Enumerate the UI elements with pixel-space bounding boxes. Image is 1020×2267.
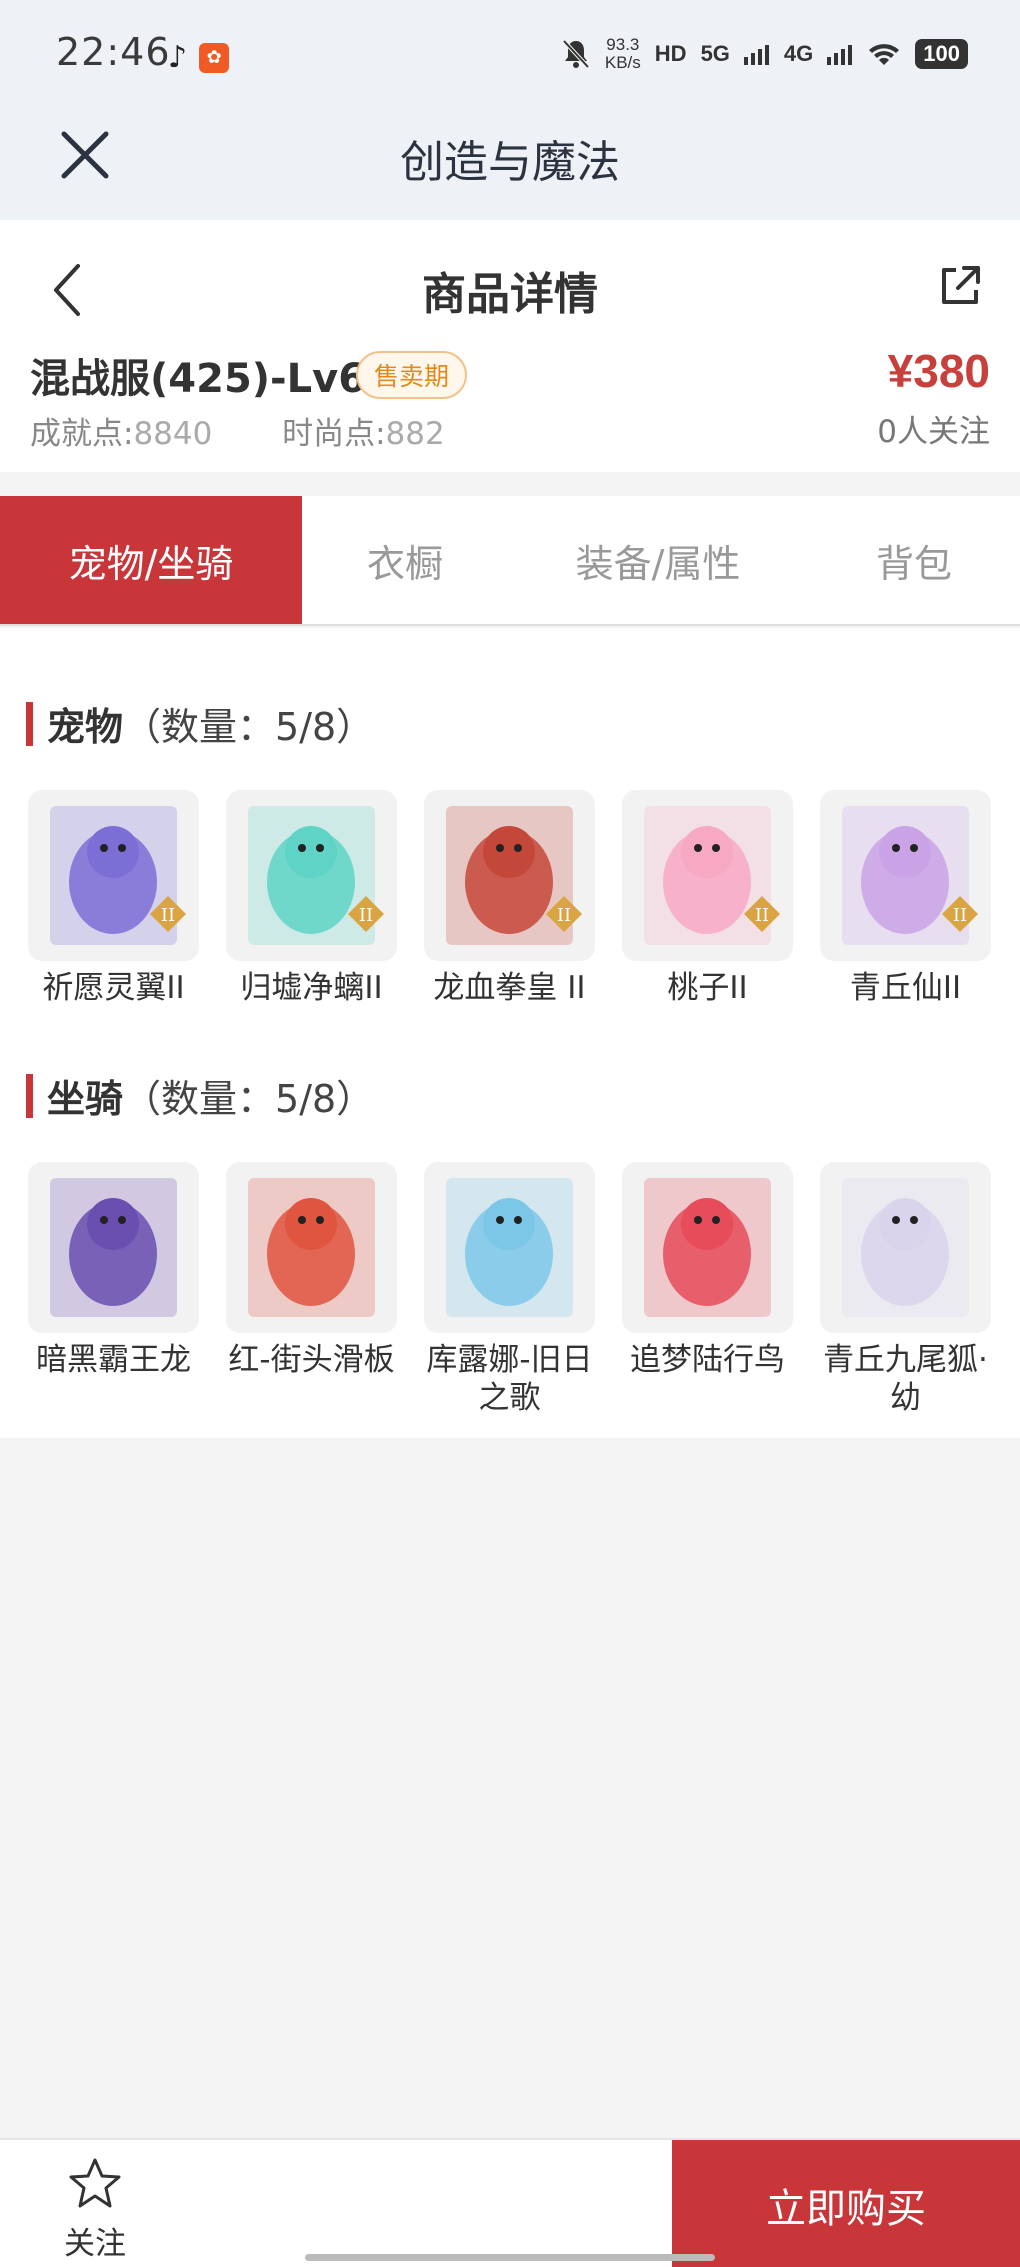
pets-grid: II 祈愿灵翼II II 归墟净螭II II 龙血拳皇 II II 桃子II II 青丘仙II: [28, 790, 991, 1007]
price: ¥380: [887, 345, 990, 397]
section-marker: [26, 701, 33, 746]
goods-stats: 成就点:8840 时尚点:882: [30, 408, 445, 453]
tab-pets-mounts[interactable]: 宠物/坐骑: [0, 496, 302, 624]
section-marker: [26, 1073, 33, 1118]
buy-now-button[interactable]: 立即购买: [672, 2140, 1020, 2267]
status-badge: 售卖期: [356, 351, 468, 399]
tiktok-icon: ♪: [168, 40, 188, 75]
fashion-value: 882: [385, 416, 445, 452]
pet-name: 龙血拳皇 II: [433, 970, 586, 1006]
pet-item[interactable]: II 青丘仙II: [820, 790, 991, 1007]
net-speed: 93.3 KB/s: [604, 35, 641, 72]
svg-text:II: II: [953, 905, 967, 926]
pet-name: 桃子II: [667, 970, 748, 1006]
pet-item[interactable]: II 归墟净螭II: [226, 790, 397, 1007]
mount-name: 库露娜-旧日之歌: [426, 1342, 593, 1416]
pet-item[interactable]: II 桃子II: [622, 790, 793, 1007]
share-icon[interactable]: [936, 262, 984, 310]
bottom-bar: 关注 立即购买: [0, 2138, 1020, 2267]
goods-name: 混战服(425)-Lv69: [30, 356, 394, 402]
mount-item[interactable]: 青丘九尾狐·幼: [820, 1162, 991, 1417]
content-panel: 宠物 （数量：5/8） II 祈愿灵翼II II 归墟净螭II II 龙血拳皇 II II 桃子…: [0, 628, 1020, 1438]
status-time: 22:46: [56, 30, 171, 74]
hd-icon: HD: [654, 41, 687, 66]
mount-item[interactable]: 暗黑霸王龙: [28, 1162, 199, 1417]
mount-item[interactable]: 库露娜-旧日之歌: [424, 1162, 595, 1417]
mount-name: 暗黑霸王龙: [36, 1342, 191, 1378]
top-area: 22:46 ♪ ✿ 93.3 KB/s HD 5G 4G 100 创造与魔法: [0, 0, 1020, 220]
pet-thumbnail: II: [820, 790, 991, 961]
status-bar: 22:46 ♪ ✿ 93.3 KB/s HD 5G 4G 100: [0, 0, 1020, 110]
fashion-label: 时尚点:: [282, 416, 386, 452]
mount-thumbnail: [226, 1162, 397, 1333]
achievement-label: 成就点:: [30, 416, 134, 452]
svg-text:II: II: [359, 905, 373, 926]
followers-count: 0人关注: [877, 414, 990, 450]
app-title: 创造与魔法: [400, 137, 620, 188]
page-title: 商品详情: [422, 269, 598, 320]
pet-name: 青丘仙II: [849, 970, 962, 1006]
mount-thumbnail: [820, 1162, 991, 1333]
mount-item[interactable]: 追梦陆行鸟: [622, 1162, 793, 1417]
mount-thumbnail: [424, 1162, 595, 1333]
tab-equipment[interactable]: 装备/属性: [508, 496, 808, 624]
pets-section-title: 宠物 （数量：5/8）: [26, 696, 374, 751]
pet-thumbnail: II: [28, 790, 199, 961]
follow-button[interactable]: 关注: [40, 2156, 150, 2263]
pet-thumbnail: II: [424, 790, 595, 961]
mount-name: 青丘九尾狐·幼: [823, 1342, 988, 1416]
signal-bars-icon: [743, 45, 769, 65]
signal-5g-icon: 5G: [700, 41, 730, 66]
pet-name: 祈愿灵翼II: [42, 970, 185, 1006]
goods-header: 商品详情 混战服(425)-Lv69 售卖期 ¥380 成就点:8840 时尚点…: [0, 220, 1020, 472]
pet-item[interactable]: II 祈愿灵翼II: [28, 790, 199, 1007]
pet-thumbnail: II: [622, 790, 793, 961]
home-indicator: [305, 2254, 715, 2261]
mute-bell-icon: [562, 39, 590, 69]
pet-thumbnail: II: [226, 790, 397, 961]
mount-item[interactable]: 红-街头滑板: [226, 1162, 397, 1417]
achievement-value: 8840: [133, 416, 213, 452]
battery-icon: 100: [915, 39, 968, 69]
star-icon: [69, 2158, 121, 2208]
pet-item[interactable]: II 龙血拳皇 II: [424, 790, 595, 1007]
wifi-icon: [869, 44, 900, 65]
mounts-section-title: 坐骑 （数量：5/8）: [26, 1068, 374, 1123]
tab-bar: 宠物/坐骑 衣橱 装备/属性 背包: [0, 496, 1020, 626]
mount-thumbnail: [622, 1162, 793, 1333]
signal-4g-icon: 4G: [783, 41, 814, 66]
app-bar: 创造与魔法: [0, 110, 1020, 220]
mount-name: 红-街头滑板: [228, 1342, 395, 1378]
mount-name: 追梦陆行鸟: [630, 1342, 785, 1378]
follow-label: 关注: [64, 2226, 126, 2262]
svg-text:II: II: [557, 905, 571, 926]
svg-text:II: II: [161, 905, 175, 926]
tab-wardrobe[interactable]: 衣橱: [302, 496, 508, 624]
pet-name: 归墟净螭II: [240, 970, 383, 1006]
mounts-grid: 暗黑霸王龙 红-街头滑板 库露娜-旧日之歌 追梦陆行鸟 青丘九尾狐·幼: [28, 1162, 991, 1417]
tab-backpack[interactable]: 背包: [808, 496, 1020, 624]
mount-thumbnail: [28, 1162, 199, 1333]
app-notification-icon: ✿: [199, 42, 230, 73]
svg-text:II: II: [755, 905, 769, 926]
signal-bars-icon-2: [827, 45, 853, 65]
